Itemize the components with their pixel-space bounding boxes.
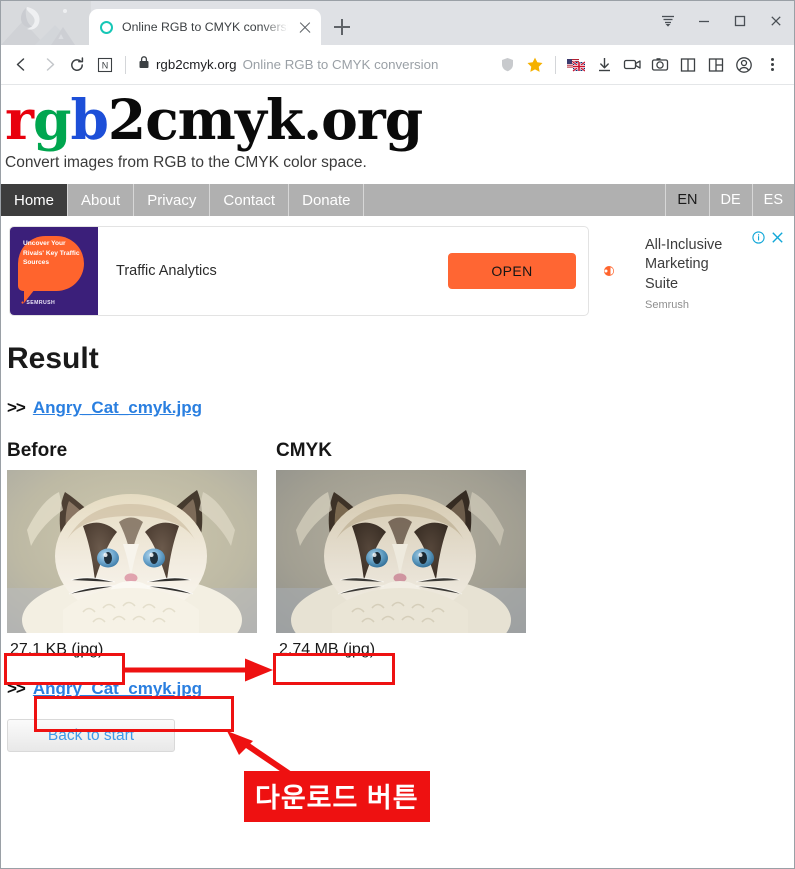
before-file-size: 27.1 KB (jpg) <box>10 641 104 659</box>
nav-item-about[interactable]: About <box>67 184 133 217</box>
ad-close-icon[interactable] <box>771 231 784 249</box>
advertisement-row: Uncover Your Rivals' Key Traffic Sources… <box>1 226 794 326</box>
nav-spacer <box>363 184 666 217</box>
ad-side-title: All-Inclusive Marketing Suite <box>645 237 723 292</box>
tab-close-icon[interactable] <box>297 19 313 35</box>
cmyk-column: CMYK 2.74 MB (jpg) <box>276 440 526 661</box>
sidebar-icon[interactable] <box>674 51 702 79</box>
shield-icon[interactable] <box>493 51 521 79</box>
cmyk-image <box>276 470 526 634</box>
nav-item-donate[interactable]: Donate <box>288 184 363 217</box>
video-camera-icon[interactable] <box>618 51 646 79</box>
info-icon[interactable] <box>752 231 765 249</box>
lock-icon <box>138 55 150 74</box>
logo-char-b: b <box>70 90 108 149</box>
ad-brand-tile: Uncover Your Rivals' Key Traffic Sources… <box>10 227 98 316</box>
split-view-icon[interactable] <box>702 51 730 79</box>
link-prefix-bottom: >> <box>7 679 26 699</box>
before-heading: Before <box>7 440 68 462</box>
site-tagline: Convert images from RGB to the CMYK colo… <box>5 154 367 172</box>
lang-es[interactable]: ES <box>751 184 794 217</box>
profile-icon[interactable] <box>730 51 758 79</box>
image-comparison: Before 27.1 KB (jpg) CMYK 2.74 MB (jpg) <box>1 440 794 661</box>
maximize-icon[interactable] <box>722 1 758 41</box>
ad-tile-text: Uncover Your Rivals' Key Traffic Sources <box>23 240 80 267</box>
cmyk-heading: CMYK <box>276 440 332 462</box>
ad-body: Traffic Analytics OPEN <box>98 227 588 315</box>
nav-item-privacy[interactable]: Privacy <box>133 184 209 217</box>
page-content: rgb2cmyk.org Convert images from RGB to … <box>1 85 794 867</box>
ad-side-brand: Semrush <box>645 298 690 311</box>
cmyk-file-size: 2.74 MB (jpg) <box>279 641 376 659</box>
result-top-link-row: >> Angry_Cat_cmyk.jpg <box>7 398 794 418</box>
result-bottom-link-row: >> Angry_Cat_cmyk.jpg <box>7 679 794 699</box>
url-page-title: Online RGB to CMYK conversion <box>242 57 439 72</box>
ad-semrush-mark-icon <box>589 226 633 316</box>
minimize-icon[interactable] <box>686 1 722 41</box>
browser-window: Online RGB to CMYK conversion N rgb2cmyk… <box>0 0 795 869</box>
window-close-icon[interactable] <box>758 1 794 41</box>
download-file-link[interactable]: Angry_Cat_cmyk.jpg <box>33 679 202 699</box>
flag-icon[interactable] <box>562 51 590 79</box>
address-bar[interactable]: rgb2cmyk.org Online RGB to CMYK conversi… <box>132 51 493 79</box>
url-domain: rgb2cmyk.org <box>156 57 237 72</box>
reload-icon[interactable] <box>63 51 91 79</box>
annotation-callout-download: 다운로드 버튼 <box>244 771 430 822</box>
logo-char-g: g <box>33 90 71 149</box>
result-heading: Result <box>7 342 99 376</box>
browser-menu-icon[interactable] <box>650 1 686 41</box>
tab-title: Online RGB to CMYK conversion <box>122 20 288 34</box>
lang-de[interactable]: DE <box>708 184 752 217</box>
three-dots-menu-icon[interactable] <box>758 51 786 79</box>
browser-tab[interactable]: Online RGB to CMYK conversion <box>89 9 321 45</box>
result-file-link-top[interactable]: Angry_Cat_cmyk.jpg <box>33 398 202 418</box>
new-tab-button[interactable] <box>327 12 357 42</box>
download-icon[interactable] <box>590 51 618 79</box>
ad-side-icons <box>752 231 784 249</box>
site-logo: rgb2cmyk.org <box>1 85 794 149</box>
star-icon[interactable] <box>521 51 549 79</box>
ad-side-panel[interactable]: All-Inclusive Marketing Suite Semrush <box>633 226 794 326</box>
toolbar-divider-2 <box>555 55 556 74</box>
theme-watermark-image <box>1 1 91 45</box>
ad-banner[interactable]: Uncover Your Rivals' Key Traffic Sources… <box>9 226 589 317</box>
lang-en[interactable]: EN <box>665 184 708 217</box>
logo-rest: 2cmyk.org <box>108 90 423 149</box>
camera-icon[interactable] <box>646 51 674 79</box>
svg-text:N: N <box>102 60 109 70</box>
forward-arrow-icon[interactable] <box>35 51 63 79</box>
window-controls <box>650 1 794 41</box>
tab-strip: Online RGB to CMYK conversion <box>1 1 794 45</box>
back-to-start-button[interactable]: Back to start <box>7 719 175 753</box>
nav-item-home[interactable]: Home <box>1 184 68 217</box>
whale-sidebar-icon[interactable]: N <box>91 51 119 79</box>
nav-item-contact[interactable]: Contact <box>209 184 288 217</box>
link-prefix: >> <box>7 398 26 418</box>
back-arrow-icon[interactable] <box>7 51 35 79</box>
ad-title: Traffic Analytics <box>116 263 217 280</box>
browser-toolbar: N rgb2cmyk.org Online RGB to CMYK conver… <box>1 45 794 85</box>
before-image <box>7 470 257 634</box>
logo-char-r: r <box>5 90 34 149</box>
ad-open-button[interactable]: OPEN <box>448 253 576 290</box>
toolbar-divider <box>125 55 126 74</box>
before-column: Before 27.1 KB (jpg) <box>7 440 257 661</box>
ad-tile-brand: ● SEMRUSH <box>21 300 56 307</box>
tab-favicon-icon <box>100 20 113 34</box>
main-navigation: Home About Privacy Contact Donate EN DE … <box>1 184 794 217</box>
